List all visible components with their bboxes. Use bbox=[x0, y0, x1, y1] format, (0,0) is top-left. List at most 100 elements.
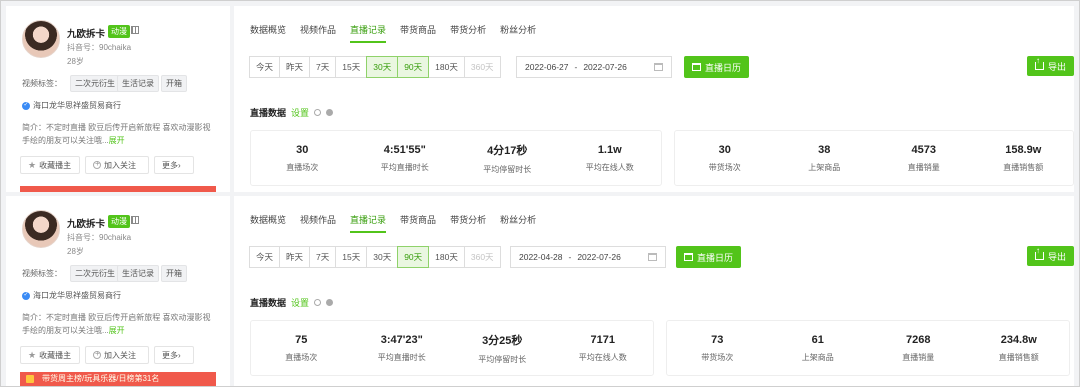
live-calendar-button[interactable]: 直播日历 bbox=[676, 246, 742, 268]
tab-sales-analysis[interactable]: 带货分析 bbox=[450, 213, 486, 233]
stat-label: 直播场次 bbox=[286, 162, 319, 172]
tab-live-records[interactable]: 直播记录 bbox=[350, 23, 387, 43]
more-button[interactable]: 更多› bbox=[154, 156, 194, 174]
tab-live-records[interactable]: 直播记录 bbox=[350, 213, 387, 233]
more-label: 更多› bbox=[162, 350, 181, 360]
sales-stats-box: 30 带货场次 38 上架商品 4573 直播销量 158.9w 直播销售额 bbox=[674, 130, 1074, 186]
date-separator: - bbox=[574, 62, 578, 72]
rank-strip[interactable]: 带货周主榜/玩具乐器/日榜第31名 bbox=[20, 372, 216, 386]
range-7d[interactable]: 7天 bbox=[309, 56, 337, 78]
date-separator: - bbox=[568, 252, 572, 262]
more-label: 更多› bbox=[162, 160, 181, 170]
stat-item: 7171 平均在线人数 bbox=[553, 321, 654, 375]
tab-products[interactable]: 带货商品 bbox=[400, 23, 436, 43]
tag: 开箱 bbox=[161, 75, 187, 92]
stat-item: 73 带货场次 bbox=[667, 321, 768, 375]
stat-label: 直播销售额 bbox=[1003, 162, 1044, 172]
live-calendar-button[interactable]: 直播日历 bbox=[684, 56, 750, 78]
range-yesterday[interactable]: 昨天 bbox=[279, 246, 311, 268]
favorite-button[interactable]: ★ 收藏播主 bbox=[20, 156, 80, 174]
tab-bar: 数据概览 视频作品 直播记录 带货商品 带货分析 粉丝分析 bbox=[250, 23, 550, 43]
export-button[interactable]: 导出 bbox=[1026, 56, 1074, 76]
range-yesterday[interactable]: 昨天 bbox=[279, 56, 311, 78]
range-today[interactable]: 今天 bbox=[249, 56, 281, 78]
more-button[interactable]: 更多› bbox=[154, 346, 194, 364]
stat-value: 61 bbox=[811, 333, 824, 346]
gear-icon[interactable] bbox=[314, 109, 322, 116]
stat-value: 158.9w bbox=[1005, 143, 1042, 156]
stat-value: 75 bbox=[295, 333, 308, 346]
stat-item: 30 直播场次 bbox=[251, 131, 354, 185]
calendar-icon bbox=[684, 253, 693, 261]
tab-fans-analysis[interactable]: 粉丝分析 bbox=[500, 213, 536, 233]
follow-label: 加入关注 bbox=[104, 350, 136, 360]
date-range-picker[interactable]: 2022-06-27 - 2022-07-26 bbox=[516, 56, 672, 78]
tab-products[interactable]: 带货商品 bbox=[400, 213, 436, 233]
stat-value: 7268 bbox=[906, 333, 931, 346]
range-7d[interactable]: 7天 bbox=[309, 246, 337, 268]
stat-value: 3分25秒 bbox=[482, 334, 523, 347]
stat-value: 3:47'23" bbox=[380, 333, 423, 346]
tab-videos[interactable]: 视频作品 bbox=[300, 23, 336, 43]
range-180d[interactable]: 180天 bbox=[428, 56, 465, 78]
info-icon[interactable] bbox=[326, 299, 334, 306]
tab-sales-analysis[interactable]: 带货分析 bbox=[450, 23, 486, 43]
stat-item: 3:47'23" 平均直播时长 bbox=[352, 321, 453, 375]
stat-label: 平均在线人数 bbox=[585, 162, 634, 172]
expand-link[interactable]: 展开 bbox=[109, 326, 125, 335]
company-name: 海口龙华思祥盛贸易商行 bbox=[33, 291, 121, 300]
stat-value: 30 bbox=[718, 143, 731, 156]
avatar[interactable] bbox=[22, 20, 60, 58]
range-30d[interactable]: 30天 bbox=[366, 56, 399, 78]
date-end: 2022-07-26 bbox=[583, 62, 627, 72]
stat-item: 30 带货场次 bbox=[675, 131, 775, 185]
qrcode-icon[interactable] bbox=[131, 26, 139, 34]
range-15d[interactable]: 15天 bbox=[335, 56, 368, 78]
gear-icon[interactable] bbox=[314, 299, 322, 306]
expand-link[interactable]: 展开 bbox=[109, 136, 125, 145]
tab-fans-analysis[interactable]: 粉丝分析 bbox=[500, 23, 536, 43]
stat-label: 平均在线人数 bbox=[578, 352, 627, 362]
settings-link[interactable]: 设置 bbox=[291, 296, 309, 309]
calendar-icon bbox=[654, 63, 663, 71]
range-30d[interactable]: 30天 bbox=[366, 246, 399, 268]
tab-videos[interactable]: 视频作品 bbox=[300, 213, 336, 233]
info-icon[interactable] bbox=[326, 109, 334, 116]
profile-actions: ★ 收藏播主 加入关注 更多› bbox=[20, 156, 194, 174]
stat-label: 上架商品 bbox=[801, 352, 834, 362]
tag: 二次元衍生 bbox=[70, 265, 120, 282]
stat-label: 直播销售额 bbox=[998, 352, 1039, 362]
range-180d[interactable]: 180天 bbox=[428, 246, 465, 268]
tag: 开箱 bbox=[161, 265, 187, 282]
follow-button[interactable]: 加入关注 bbox=[85, 346, 149, 364]
stat-label: 平均直播时长 bbox=[377, 352, 426, 362]
company: 海口龙华思祥盛贸易商行 bbox=[22, 290, 121, 301]
category-badge: 动漫 bbox=[108, 215, 130, 228]
stat-value: 234.8w bbox=[1000, 333, 1037, 346]
range-90d[interactable]: 90天 bbox=[397, 56, 430, 78]
profile-card: 九欧拆卡 动漫 抖音号：90chaika 28岁 视频标签： 二次元衍生 生活记… bbox=[6, 6, 230, 192]
section-title: 直播数据 bbox=[250, 298, 287, 308]
stat-item: 61 上架商品 bbox=[768, 321, 869, 375]
live-calendar-label: 直播日历 bbox=[705, 62, 742, 73]
avatar[interactable] bbox=[22, 210, 60, 248]
streamer-name[interactable]: 九欧拆卡 bbox=[67, 26, 105, 40]
follow-button[interactable]: 加入关注 bbox=[85, 156, 149, 174]
tab-overview[interactable]: 数据概览 bbox=[250, 23, 286, 43]
stat-label: 直播销量 bbox=[902, 352, 935, 362]
stat-label: 平均停留时长 bbox=[483, 164, 532, 174]
streamer-name[interactable]: 九欧拆卡 bbox=[67, 216, 105, 230]
export-button[interactable]: 导出 bbox=[1026, 246, 1074, 266]
stat-value: 73 bbox=[711, 333, 724, 346]
qrcode-icon[interactable] bbox=[131, 216, 139, 224]
tab-overview[interactable]: 数据概览 bbox=[250, 213, 286, 233]
range-15d[interactable]: 15天 bbox=[335, 246, 368, 268]
range-today[interactable]: 今天 bbox=[249, 246, 281, 268]
live-data-panel: 数据概览 视频作品 直播记录 带货商品 带货分析 粉丝分析 今天 昨天 7天 1… bbox=[234, 6, 1074, 192]
rank-strip[interactable] bbox=[20, 186, 216, 192]
range-90d[interactable]: 90天 bbox=[397, 246, 430, 268]
date-range-picker[interactable]: 2022-04-28 - 2022-07-26 bbox=[510, 246, 666, 268]
settings-link[interactable]: 设置 bbox=[291, 106, 309, 119]
favorite-button[interactable]: ★ 收藏播主 bbox=[20, 346, 80, 364]
favorite-label: 收藏播主 bbox=[39, 160, 72, 170]
